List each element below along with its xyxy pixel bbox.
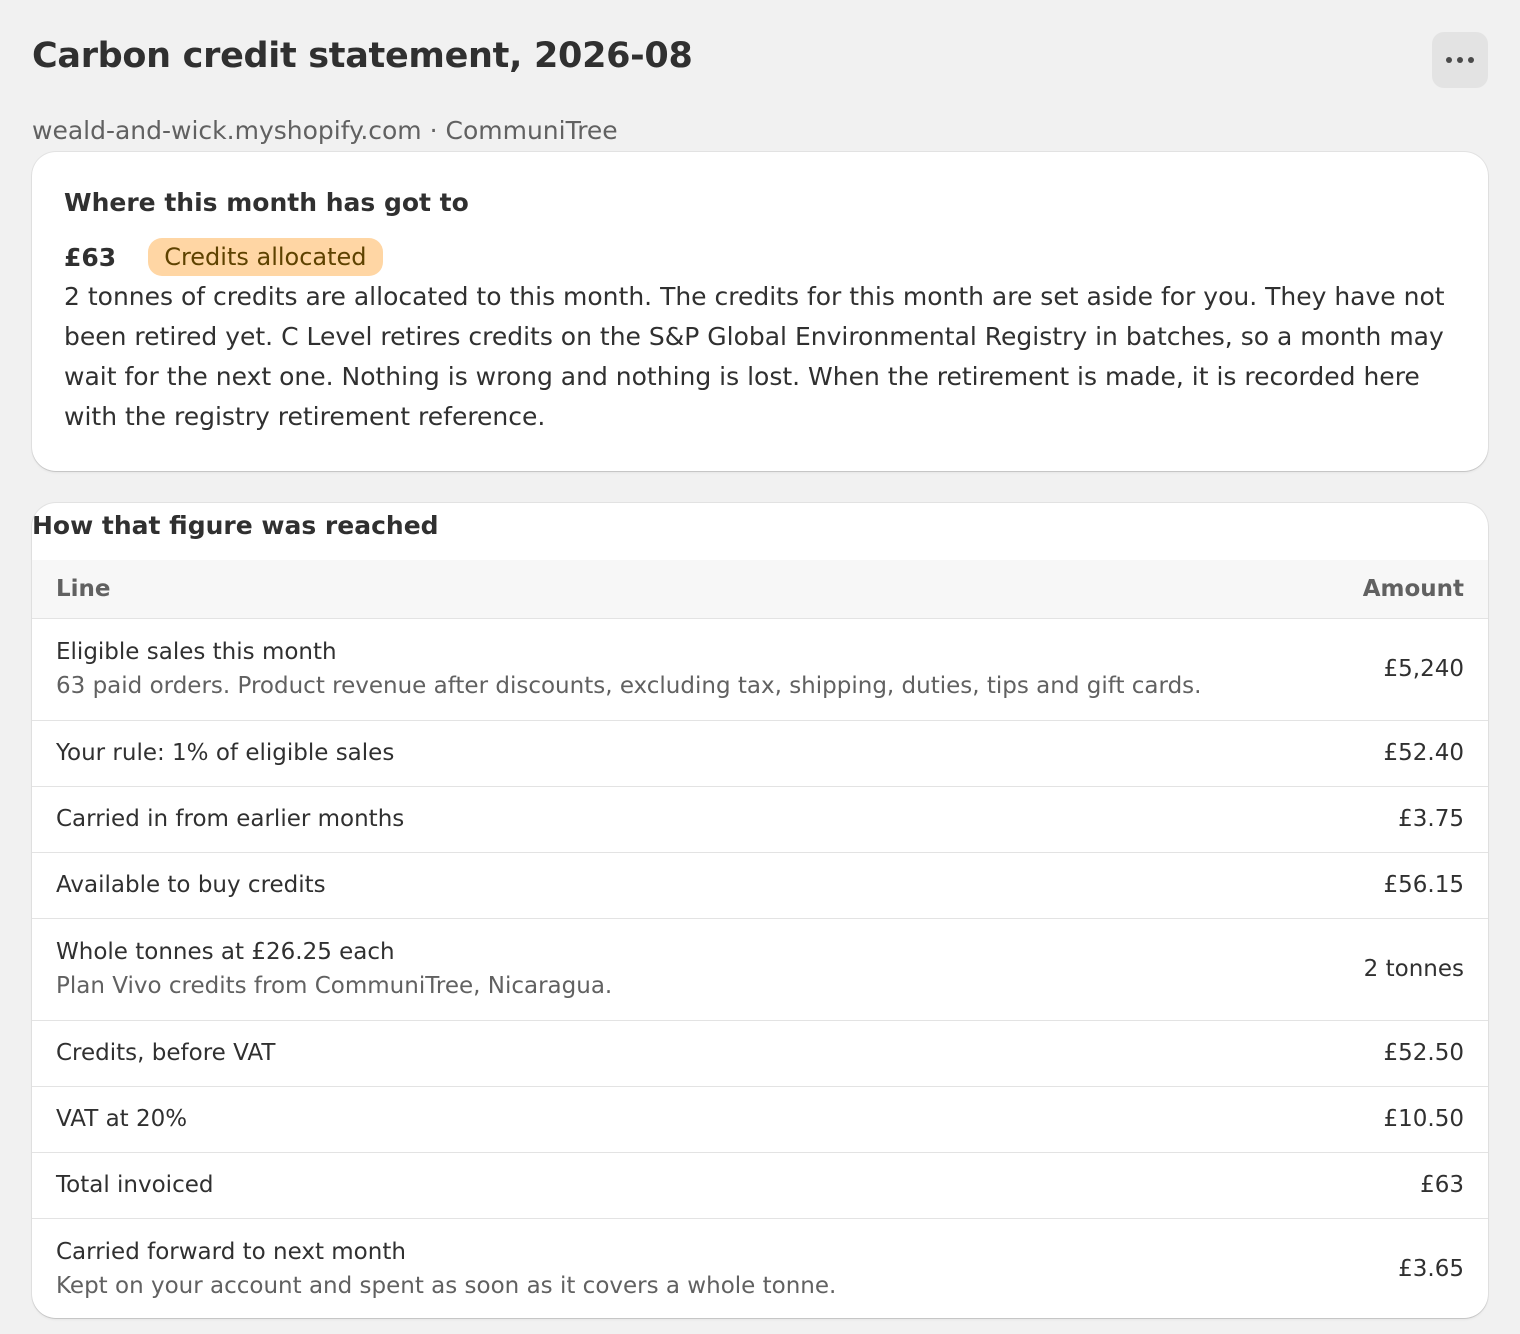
table-row: Total invoiced £63 — [32, 1152, 1488, 1218]
row-amount: £63 — [1420, 1172, 1464, 1198]
page-title: Carbon credit statement, 2026-08 — [32, 36, 693, 76]
row-label: Your rule: 1% of eligible sales — [56, 740, 395, 766]
row-amount: £10.50 — [1383, 1106, 1464, 1132]
breakdown-heading: How that figure was reached — [32, 511, 439, 540]
row-detail: 63 paid orders. Product revenue after di… — [56, 673, 1202, 699]
row-label: Carried forward to next month — [56, 1239, 406, 1266]
row-amount: £52.40 — [1383, 740, 1464, 766]
status-amount-row: £63 Credits allocated — [64, 237, 1456, 277]
row-detail: Plan Vivo credits from CommuniTree, Nica… — [56, 973, 613, 999]
row-amount: £5,240 — [1383, 656, 1464, 682]
row-amount: 2 tonnes — [1363, 956, 1464, 982]
status-card: Where this month has got to £63 Credits … — [32, 152, 1488, 471]
table-row: VAT at 20% £10.50 — [32, 1086, 1488, 1152]
row-amount: £56.15 — [1383, 872, 1464, 898]
row-label: Available to buy credits — [56, 872, 326, 898]
row-label: Total invoiced — [56, 1172, 214, 1198]
column-header-amount: Amount — [1326, 560, 1488, 619]
breakdown-card: How that figure was reached Line Amount … — [32, 503, 1488, 1318]
status-badge: Credits allocated — [148, 238, 383, 276]
more-actions-button[interactable] — [1432, 32, 1488, 88]
table-row: Your rule: 1% of eligible sales £52.40 — [32, 720, 1488, 786]
row-label: Carried in from earlier months — [56, 806, 405, 832]
status-heading: Where this month has got to — [64, 188, 469, 217]
status-description: 2 tonnes of credits are allocated to thi… — [64, 282, 1445, 431]
more-horizontal-icon — [1446, 57, 1474, 63]
table-row: Eligible sales this month 63 paid orders… — [32, 618, 1488, 720]
breakdown-table: Line Amount Eligible sales this month 63… — [32, 560, 1488, 1318]
row-amount: £3.65 — [1398, 1256, 1464, 1283]
table-row: Whole tonnes at £26.25 each Plan Vivo cr… — [32, 918, 1488, 1020]
row-amount: £52.50 — [1383, 1040, 1464, 1066]
row-label: Eligible sales this month — [56, 639, 337, 665]
status-amount: £63 — [64, 242, 117, 272]
page: Carbon credit statement, 2026-08 weald-a… — [0, 0, 1520, 1334]
row-label: VAT at 20% — [56, 1106, 188, 1132]
table-row: Credits, before VAT £52.50 — [32, 1020, 1488, 1086]
page-header: Carbon credit statement, 2026-08 weald-a… — [32, 0, 1488, 152]
table-header-row: Line Amount — [32, 560, 1488, 619]
row-amount: £3.75 — [1398, 806, 1464, 832]
column-header-line: Line — [32, 560, 1327, 619]
row-label: Credits, before VAT — [56, 1040, 276, 1066]
page-subtitle: weald-and-wick.myshopify.com · CommuniTr… — [32, 116, 618, 145]
row-label: Whole tonnes at £26.25 each — [56, 939, 395, 965]
table-row: Carried in from earlier months £3.75 — [32, 786, 1488, 852]
table-row: Carried forward to next month Kept on yo… — [32, 1218, 1488, 1318]
table-row: Available to buy credits £56.15 — [32, 852, 1488, 918]
row-detail: Kept on your account and spent as soon a… — [56, 1273, 837, 1300]
